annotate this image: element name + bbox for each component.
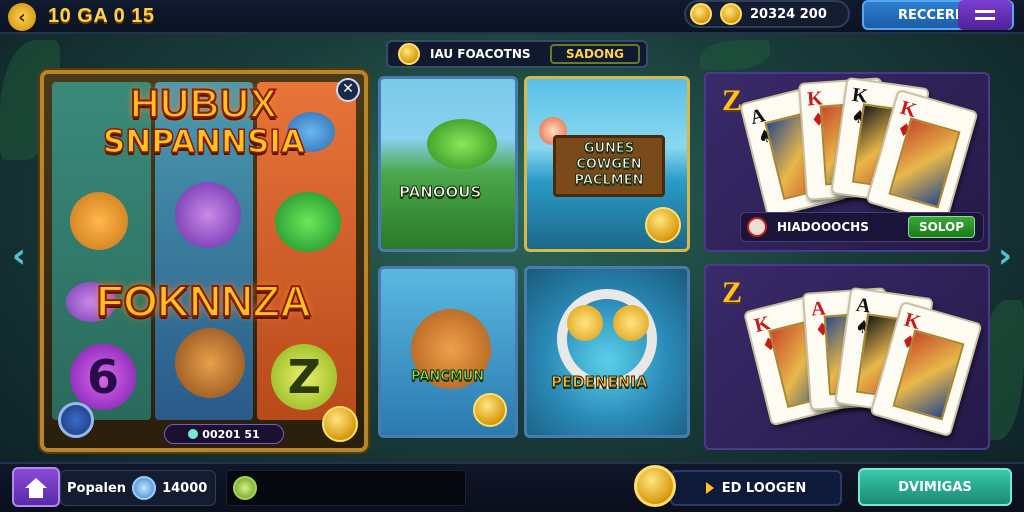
dvimigas-button[interactable]: DVIMIGAS	[858, 468, 1012, 506]
slot-win-value: 00201 51	[202, 427, 260, 441]
frog-symbol-icon	[275, 192, 342, 252]
game-tile-4-label: PEDENENIA	[550, 373, 648, 392]
coin-icon	[634, 465, 676, 507]
chevron-right-icon[interactable]: ›	[994, 236, 1016, 276]
game-tile-2-label: GUNES COWGEN PACLMEN	[574, 141, 644, 189]
game-tile-3-label: PANCMUN	[410, 369, 485, 385]
fox-face-symbol-icon	[174, 328, 245, 398]
fox-symbol-icon	[70, 192, 128, 250]
coin-icon	[322, 406, 358, 442]
coin-face-icon	[567, 305, 603, 341]
coin-icon	[645, 207, 681, 243]
featured-slot-game[interactable]: 6 Z HUBUX SNPANNSIA FOKNNZA ✕ 00201 51	[40, 70, 368, 452]
game-tile-1[interactable]: PANOOUS	[378, 76, 518, 252]
coin-balance-pill[interactable]: 20324 200	[684, 0, 850, 28]
search-input[interactable]	[226, 470, 466, 506]
featured-title-top: HUBUX	[129, 82, 278, 126]
balance-display: 10 GA 0 15	[48, 5, 155, 27]
cat-symbol-icon	[174, 182, 241, 248]
card-game-panel-1[interactable]: Z A ♠ K ♦ K ♠ K ♦ HIADOOOCHS SOLOP	[704, 72, 990, 252]
emblem-icon	[58, 402, 94, 438]
search-icon[interactable]	[233, 476, 257, 500]
play-icon	[705, 482, 714, 494]
reel-symbol-z: Z	[271, 344, 338, 410]
fish-character-icon	[427, 119, 497, 169]
card-game-panel-2[interactable]: Z K ♦ A ♦ A ♠ K ♦	[704, 264, 990, 450]
coin-balance-value: 20324 200	[750, 6, 827, 22]
game-tile-1-label: PANOOUS	[398, 183, 482, 202]
close-icon[interactable]: ✕	[336, 78, 360, 102]
home-icon[interactable]	[12, 467, 60, 507]
featured-title-bottom: FOKNNZA	[95, 277, 312, 326]
panel-mark: Z	[722, 276, 743, 309]
reel-symbol-six: 6	[70, 344, 136, 410]
record-button[interactable]: RECCERI	[862, 0, 1014, 30]
solop-button[interactable]: SOLOP	[907, 216, 975, 238]
category-sub-tab[interactable]: SADONG	[550, 44, 640, 64]
game-tile-3[interactable]: PANCMUN	[378, 266, 518, 438]
coin-icon	[690, 3, 712, 25]
logon-button[interactable]: ED LOOGEN	[670, 470, 842, 506]
game-tile-4[interactable]: PEDENENIA	[524, 266, 690, 438]
logon-button-label: ED LOOGEN	[721, 480, 807, 496]
slot-win-display: 00201 51	[164, 424, 284, 444]
coin-icon	[473, 393, 507, 427]
chevron-left-icon[interactable]: ‹	[8, 236, 30, 276]
menu-icon[interactable]	[958, 0, 1012, 30]
featured-title-sub: SNPANNSIA	[102, 123, 305, 161]
popular-label: Popalen	[67, 480, 127, 496]
game-tile-2[interactable]: GUNES COWGEN PACLMEN	[524, 76, 690, 252]
card-panel-bar-label: HIADOOOCHS	[777, 220, 869, 234]
popular-count: 14000	[162, 480, 208, 496]
panel-mark: Z	[722, 84, 743, 117]
gem-icon	[188, 429, 199, 439]
card-panel-bar: HIADOOOCHS SOLOP	[740, 212, 984, 242]
coin-face-icon	[613, 305, 649, 341]
avatar	[132, 476, 157, 500]
chip-icon	[747, 217, 767, 237]
popular-pill[interactable]: Popalen 14000	[60, 470, 216, 506]
category-title: IAU FOACOTNS	[430, 47, 531, 61]
category-header[interactable]: IAU FOACOTNS SADONG	[386, 40, 648, 68]
coin-icon	[720, 3, 742, 25]
back-arrow-icon[interactable]: ‹	[8, 3, 36, 31]
record-button-label: RECCERI	[898, 7, 960, 23]
coin-icon	[398, 43, 420, 65]
